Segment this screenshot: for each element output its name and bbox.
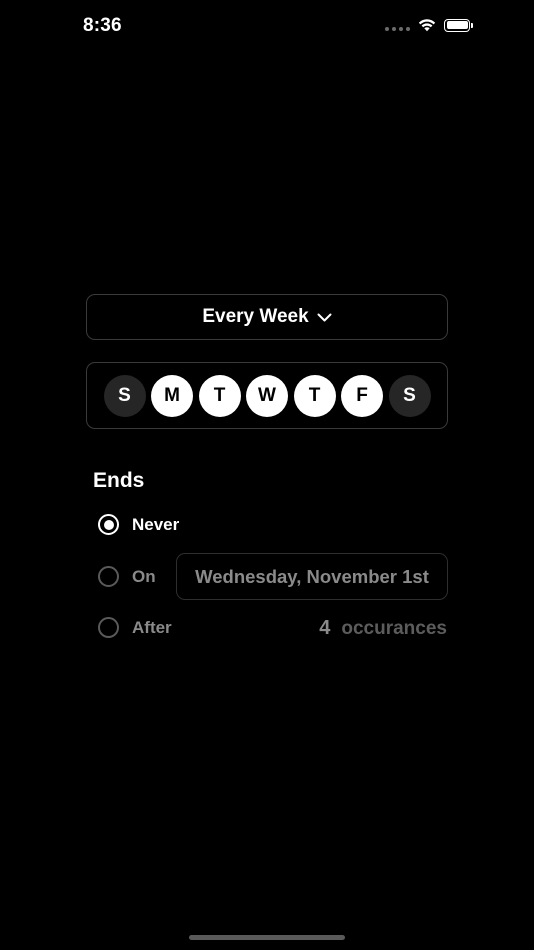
radio-on[interactable] bbox=[98, 566, 119, 587]
radio-label-never: Never bbox=[132, 514, 180, 534]
frequency-label: Every Week bbox=[202, 306, 309, 327]
day-toggle-sunday[interactable]: S bbox=[103, 374, 146, 417]
day-toggle-monday[interactable]: M bbox=[151, 374, 193, 417]
ends-option-on[interactable]: On bbox=[98, 566, 156, 587]
chevron-down-icon bbox=[317, 313, 332, 322]
radio-label-on: On bbox=[132, 566, 156, 586]
day-toggle-saturday[interactable]: S bbox=[388, 374, 431, 417]
day-toggle-wednesday[interactable]: W bbox=[246, 374, 288, 417]
home-indicator[interactable] bbox=[189, 935, 345, 940]
day-toggle-tuesday[interactable]: T bbox=[198, 374, 241, 417]
weekday-picker: S M T W T F S bbox=[86, 362, 448, 429]
day-toggle-thursday[interactable]: T bbox=[293, 374, 336, 417]
status-icons bbox=[385, 18, 473, 32]
ends-option-never[interactable]: Never bbox=[98, 514, 179, 535]
ends-heading: Ends bbox=[93, 469, 145, 492]
ends-option-after[interactable]: After bbox=[98, 617, 172, 638]
frequency-dropdown[interactable]: Every Week bbox=[86, 294, 448, 340]
radio-never[interactable] bbox=[98, 514, 119, 535]
radio-label-after: After bbox=[132, 617, 172, 637]
day-toggle-friday[interactable]: F bbox=[341, 374, 383, 417]
occurrences-field[interactable]: 4 occurances bbox=[319, 617, 447, 640]
status-time: 8:36 bbox=[83, 15, 122, 36]
wifi-icon bbox=[418, 18, 436, 32]
cellular-signal-icon bbox=[385, 27, 410, 31]
battery-icon bbox=[444, 18, 473, 32]
occurrence-count[interactable]: 4 bbox=[319, 617, 330, 640]
radio-after[interactable] bbox=[98, 617, 119, 638]
end-date-field[interactable]: Wednesday, November 1st bbox=[176, 553, 448, 600]
occurrence-unit-label: occurances bbox=[341, 618, 447, 639]
